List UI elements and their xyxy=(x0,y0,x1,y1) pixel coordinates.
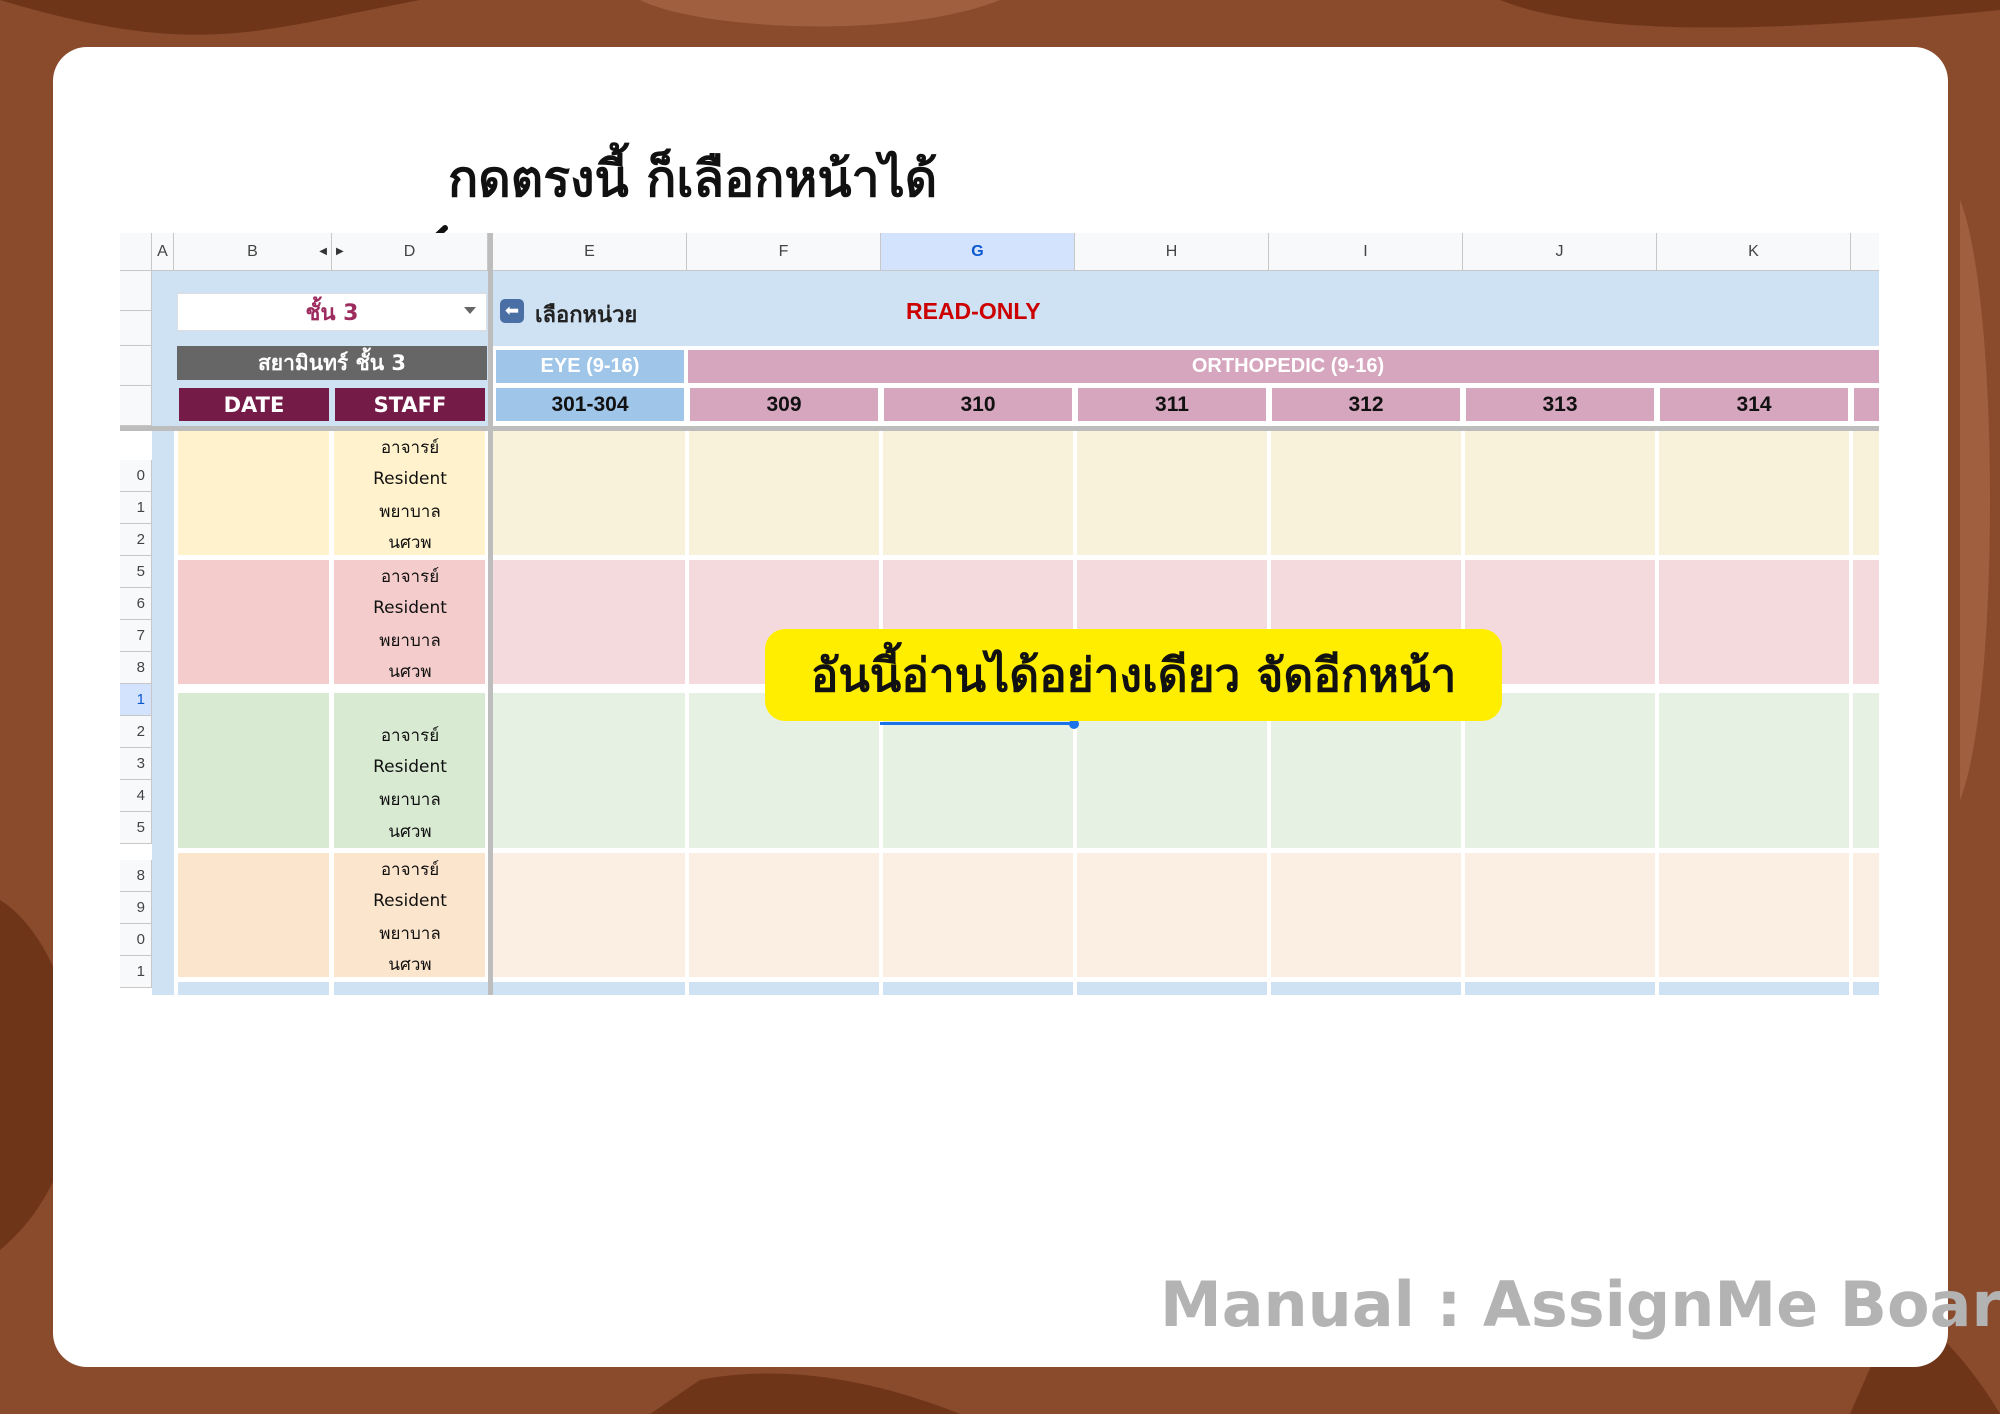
staff-role: นศวพ xyxy=(388,954,432,975)
row-number[interactable]: 4 xyxy=(120,780,152,812)
floor-selector[interactable]: ชั้น 3 xyxy=(177,293,487,331)
row-number[interactable]: 0 xyxy=(120,460,152,492)
row-number[interactable]: 5 xyxy=(120,812,152,844)
unit-header: 309 xyxy=(690,388,878,421)
column-header[interactable]: F xyxy=(687,233,881,271)
column-header[interactable]: E xyxy=(493,233,687,271)
row-number[interactable]: 0 xyxy=(120,924,152,956)
row-number[interactable] xyxy=(120,271,152,311)
annotation-banner: อันนี้อ่านได้อย่างเดียว จัดอีกหน้า xyxy=(765,629,1502,721)
staff-role: พยาบาล xyxy=(379,630,441,651)
row-number[interactable] xyxy=(120,311,152,346)
margin-band xyxy=(152,271,174,995)
staff-role: อาจารย์ xyxy=(380,725,440,746)
column-header[interactable]: I xyxy=(1269,233,1463,271)
unit-header: 313 xyxy=(1466,388,1654,421)
back-arrow-icon[interactable]: ⬅ xyxy=(500,299,524,323)
row-number[interactable]: 1 xyxy=(120,956,152,988)
cell-selection[interactable] xyxy=(880,722,1074,725)
expand-right-icon[interactable]: ▶ xyxy=(336,246,344,257)
row-number[interactable]: 7 xyxy=(120,620,152,652)
footer-title: Manual : AssignMe Board xyxy=(1160,1268,2000,1341)
staff-role: อาจารย์ xyxy=(380,859,440,880)
staff-role: นศวพ xyxy=(388,532,432,553)
staff-role: Resident xyxy=(373,469,447,489)
row-number[interactable] xyxy=(120,346,152,386)
row-number[interactable] xyxy=(120,386,152,426)
column-header[interactable]: K xyxy=(1657,233,1851,271)
collapse-left-icon[interactable]: ◀ xyxy=(319,246,327,257)
staff-header: STAFF xyxy=(335,388,485,421)
staff-role: อาจารย์ xyxy=(380,437,440,458)
pick-unit-label[interactable]: เลือกหน่วย xyxy=(535,297,637,332)
frozen-columns-divider[interactable] xyxy=(488,233,493,995)
column-header[interactable]: J xyxy=(1463,233,1657,271)
date-header: DATE xyxy=(179,388,329,421)
shift-block[interactable] xyxy=(493,431,1879,555)
row-number[interactable]: 2 xyxy=(120,716,152,748)
row-number[interactable]: 1 xyxy=(120,492,152,524)
spreadsheet: A B ◀ ▶ D E F G H I J K ชั้น 3 ⬅ เลือกหน่ว… xyxy=(120,233,1879,995)
staff-role: Resident xyxy=(373,757,447,777)
column-header-selected[interactable]: G xyxy=(881,233,1075,271)
column-header[interactable]: ▶ D xyxy=(332,233,488,271)
staff-role: นศวพ xyxy=(388,821,432,842)
column-header[interactable]: H xyxy=(1075,233,1269,271)
group-ortho: ORTHOPEDIC (9-16) xyxy=(688,350,1879,383)
column-header[interactable]: A xyxy=(152,233,174,271)
group-eye: EYE (9-16) xyxy=(496,350,684,383)
shift-block[interactable] xyxy=(493,853,1879,977)
cell-divider xyxy=(1849,431,1853,995)
row-number[interactable]: 8 xyxy=(120,652,152,684)
cell-divider xyxy=(685,431,689,995)
row-number[interactable]: 9 xyxy=(120,892,152,924)
unit-header: 310 xyxy=(884,388,1072,421)
row-number[interactable]: 5 xyxy=(120,556,152,588)
staff-role: พยาบาล xyxy=(379,789,441,810)
header-band-right xyxy=(493,271,1879,346)
row-number[interactable]: 6 xyxy=(120,588,152,620)
staff-role: Resident xyxy=(373,598,447,618)
staff-role: Resident xyxy=(373,891,447,911)
unit-header: 301-304 xyxy=(496,388,684,421)
column-header[interactable] xyxy=(1851,233,1879,271)
readonly-label: READ-ONLY xyxy=(906,298,1041,324)
cell-divider xyxy=(329,431,334,995)
chevron-down-icon xyxy=(464,307,476,314)
cell-divider xyxy=(1655,431,1659,995)
staff-role: นศวพ xyxy=(388,661,432,682)
staff-role: อาจารย์ xyxy=(380,566,440,587)
shift-block-partial xyxy=(178,982,1879,995)
building-title: สยามินทร์ ชั้น 3 xyxy=(177,346,487,380)
unit-header: 311 xyxy=(1078,388,1266,421)
unit-header-partial xyxy=(1854,388,1879,421)
unit-header: 312 xyxy=(1272,388,1460,421)
row-number-selected[interactable]: 1 xyxy=(120,684,152,716)
row-number[interactable]: 3 xyxy=(120,748,152,780)
row-number[interactable]: 8 xyxy=(120,860,152,892)
annotation-top: กดตรงนี้ ก็เลือกหน้าได้ xyxy=(448,150,938,208)
frozen-rows-divider[interactable] xyxy=(120,426,1879,431)
staff-role: พยาบาล xyxy=(379,923,441,944)
row-number[interactable]: 2 xyxy=(120,524,152,556)
staff-role: พยาบาล xyxy=(379,501,441,522)
column-header[interactable]: B ◀ xyxy=(174,233,332,271)
unit-header: 314 xyxy=(1660,388,1848,421)
corner-cell[interactable] xyxy=(120,233,152,271)
